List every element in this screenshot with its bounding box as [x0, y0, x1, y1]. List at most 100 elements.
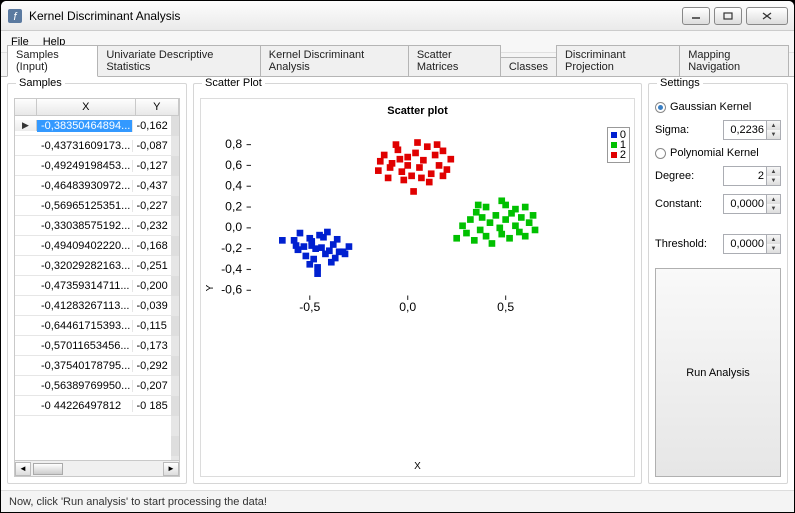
- sigma-spinner[interactable]: ▲▼: [723, 120, 781, 140]
- column-header-y[interactable]: Y: [136, 99, 179, 115]
- close-button[interactable]: [746, 7, 788, 25]
- svg-text:0,2: 0,2: [225, 199, 242, 213]
- samples-group-label: Samples: [16, 77, 65, 89]
- spinner-down-icon[interactable]: ▼: [766, 130, 780, 139]
- grid-body[interactable]: ▶-0,38350464894...-0,162-0,43731609173..…: [15, 116, 179, 460]
- table-row[interactable]: -0,64461715393...-0,115: [15, 316, 179, 336]
- cell-x[interactable]: -0,41283267113...: [37, 300, 133, 312]
- svg-text:-0,4: -0,4: [221, 262, 242, 276]
- table-row[interactable]: -0,37540178795...-0,292: [15, 356, 179, 376]
- degree-label: Degree:: [655, 170, 694, 182]
- plot-title: Scatter plot: [201, 105, 634, 117]
- legend-swatch-1: [611, 142, 617, 148]
- scroll-thumb[interactable]: [33, 463, 63, 475]
- cell-x[interactable]: -0,49409402220...: [37, 240, 133, 252]
- app-icon: f: [7, 8, 23, 24]
- column-header-x[interactable]: X: [37, 99, 136, 115]
- table-row[interactable]: -0,49409402220...-0,168: [15, 236, 179, 256]
- polynomial-kernel-radio[interactable]: Polynomial Kernel: [655, 147, 781, 159]
- samples-grid[interactable]: X Y ▶-0,38350464894...-0,162-0,437316091…: [14, 98, 180, 461]
- table-row[interactable]: -0,56389769950...-0,207: [15, 376, 179, 396]
- sigma-input[interactable]: [724, 124, 766, 136]
- y-axis-label: Y: [205, 284, 216, 291]
- gaussian-kernel-label: Gaussian Kernel: [670, 101, 751, 113]
- chart-legend: 0 1 2: [607, 127, 630, 163]
- table-row[interactable]: -0,32029282163...-0,251: [15, 256, 179, 276]
- tab-mapping-navigation[interactable]: Mapping Navigation: [679, 45, 789, 76]
- table-row[interactable]: -0,57011653456...-0,173: [15, 336, 179, 356]
- tab-univariate-stats[interactable]: Univariate Descriptive Statistics: [97, 45, 260, 76]
- statusbar: Now, click 'Run analysis' to start proce…: [1, 490, 794, 512]
- table-row[interactable]: ▶-0,38350464894...-0,162: [15, 116, 179, 136]
- gaussian-kernel-radio[interactable]: Gaussian Kernel: [655, 101, 781, 113]
- table-row[interactable]: -0,49249198453...-0,127: [15, 156, 179, 176]
- cell-x[interactable]: -0,56965125351...: [37, 200, 133, 212]
- cell-x[interactable]: -0,32029282163...: [37, 260, 133, 272]
- cell-x[interactable]: -0,56389769950...: [37, 380, 133, 392]
- grid-horizontal-scrollbar[interactable]: ◄ ►: [14, 461, 180, 477]
- constant-label: Constant:: [655, 198, 702, 210]
- cell-x[interactable]: -0,47359314711...: [37, 280, 133, 292]
- scroll-right-button[interactable]: ►: [163, 462, 179, 476]
- cell-x[interactable]: -0 44226497812: [37, 400, 133, 412]
- svg-text:0,8: 0,8: [225, 137, 242, 151]
- content-area: Samples X Y ▶-0,38350464894...-0,162-0,4…: [1, 77, 794, 490]
- spinner-up-icon[interactable]: ▲: [766, 121, 780, 130]
- samples-group: Samples X Y ▶-0,38350464894...-0,162-0,4…: [7, 83, 187, 484]
- tab-samples-input[interactable]: Samples (Input): [7, 45, 98, 77]
- svg-text:0,4: 0,4: [225, 179, 242, 193]
- cell-x[interactable]: -0,64461715393...: [37, 320, 133, 332]
- run-analysis-button[interactable]: Run Analysis: [655, 268, 781, 477]
- spinner-up-icon[interactable]: ▲: [766, 167, 780, 176]
- sigma-label: Sigma:: [655, 124, 689, 136]
- table-row[interactable]: -0,41283267113...-0,039: [15, 296, 179, 316]
- cell-x[interactable]: -0,46483930972...: [37, 180, 133, 192]
- table-row[interactable]: -0,43731609173...-0,087: [15, 136, 179, 156]
- grid-corner[interactable]: [15, 99, 37, 115]
- cell-x[interactable]: -0,49249198453...: [37, 160, 133, 172]
- cell-x[interactable]: -0,38350464894...: [37, 120, 133, 132]
- constant-input[interactable]: [724, 198, 766, 210]
- scatter-plot[interactable]: Scatter plot Y X 0 1 2 -0,6-0,4-0,20,00,…: [200, 98, 635, 477]
- scroll-left-button[interactable]: ◄: [15, 462, 31, 476]
- table-row[interactable]: -0 44226497812-0 185: [15, 396, 179, 416]
- grid-vertical-scrollbar[interactable]: [171, 116, 179, 460]
- spinner-down-icon[interactable]: ▼: [766, 204, 780, 213]
- tabstrip: Samples (Input) Univariate Descriptive S…: [1, 53, 794, 77]
- threshold-input[interactable]: [724, 238, 766, 250]
- cell-x[interactable]: -0,43731609173...: [37, 140, 133, 152]
- cell-x[interactable]: -0,57011653456...: [37, 340, 133, 352]
- spinner-up-icon[interactable]: ▲: [766, 235, 780, 244]
- tab-classes[interactable]: Classes: [500, 57, 557, 76]
- table-row[interactable]: -0,47359314711...-0,200: [15, 276, 179, 296]
- settings-group-label: Settings: [657, 77, 703, 89]
- svg-text:0,0: 0,0: [399, 300, 416, 314]
- minimize-button[interactable]: [682, 7, 710, 25]
- tab-discriminant-projection[interactable]: Discriminant Projection: [556, 45, 680, 76]
- tab-scatter-matrices[interactable]: Scatter Matrices: [408, 45, 501, 76]
- constant-spinner[interactable]: ▲▼: [723, 194, 781, 214]
- settings-group: Settings Gaussian Kernel Sigma: ▲▼ Polyn…: [648, 83, 788, 484]
- table-row[interactable]: -0,56965125351...-0,227: [15, 196, 179, 216]
- spinner-up-icon[interactable]: ▲: [766, 195, 780, 204]
- grid-header: X Y: [15, 99, 179, 116]
- legend-swatch-0: [611, 132, 617, 138]
- radio-dot-on-icon: [655, 102, 666, 113]
- tab-kernel-discriminant[interactable]: Kernel Discriminant Analysis: [260, 45, 409, 76]
- cell-x[interactable]: -0,33038575192...: [37, 220, 133, 232]
- threshold-spinner[interactable]: ▲▼: [723, 234, 781, 254]
- threshold-label: Threshold:: [655, 238, 707, 250]
- degree-input[interactable]: [724, 170, 766, 182]
- spinner-down-icon[interactable]: ▼: [766, 244, 780, 253]
- table-row[interactable]: -0,33038575192...-0,232: [15, 216, 179, 236]
- cell-x[interactable]: -0,37540178795...: [37, 360, 133, 372]
- table-row[interactable]: -0,46483930972...-0,437: [15, 176, 179, 196]
- spinner-down-icon[interactable]: ▼: [766, 176, 780, 185]
- titlebar[interactable]: f Kernel Discriminant Analysis: [1, 1, 794, 31]
- legend-label-2: 2: [620, 150, 626, 160]
- degree-spinner[interactable]: ▲▼: [723, 166, 781, 186]
- row-header[interactable]: ▶: [15, 120, 37, 131]
- svg-text:0,0: 0,0: [225, 220, 242, 234]
- svg-text:-0,2: -0,2: [221, 241, 242, 255]
- maximize-button[interactable]: [714, 7, 742, 25]
